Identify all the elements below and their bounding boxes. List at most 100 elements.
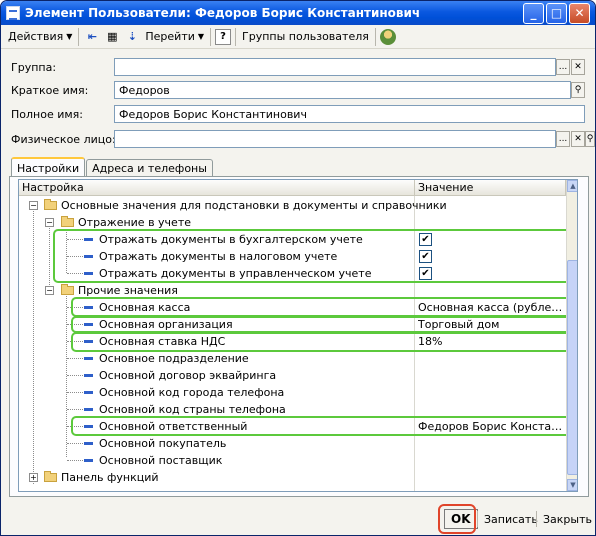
- tree-row-label: Основной код города телефона: [99, 386, 285, 399]
- tree-line: [67, 307, 83, 308]
- collapse-icon[interactable]: −: [45, 218, 54, 227]
- person-select-button[interactable]: ...: [556, 131, 570, 147]
- tree-line: [67, 443, 83, 444]
- close-window-button[interactable]: ✕: [569, 2, 590, 24]
- toolbar-separator: [374, 27, 376, 46]
- collapse-icon[interactable]: −: [29, 201, 38, 210]
- scroll-thumb[interactable]: [567, 260, 577, 475]
- tree-row[interactable]: Основная касса Основная касса (рублевая): [19, 299, 565, 316]
- column-header-setting[interactable]: Настройка: [19, 180, 415, 196]
- close-button[interactable]: Закрыть: [537, 509, 595, 529]
- help-icon[interactable]: ?: [215, 28, 232, 45]
- actions-menu-label: Действия: [8, 30, 64, 43]
- setting-leaf-icon: [84, 238, 93, 241]
- setting-leaf-icon: [84, 323, 93, 326]
- setting-value[interactable]: [418, 367, 564, 384]
- person-field[interactable]: [114, 130, 556, 148]
- user-groups-label: Группы пользователя: [242, 30, 369, 43]
- tree-row[interactable]: Основной поставщик: [19, 452, 565, 469]
- tree-row[interactable]: − Прочие значения: [19, 282, 565, 299]
- short-name-field[interactable]: Федоров: [114, 81, 571, 99]
- scroll-down-icon[interactable]: ▼: [567, 479, 577, 491]
- settings-grid: Настройка Значение − Основные значения д…: [18, 179, 578, 492]
- title-bar[interactable]: Элемент Пользователи: Федоров Борис Конс…: [1, 1, 595, 25]
- setting-value[interactable]: [418, 350, 564, 367]
- setting-value[interactable]: [418, 452, 564, 469]
- tree-row[interactable]: Основная ставка НДС 18%: [19, 333, 565, 350]
- tree-line: [67, 239, 83, 240]
- toolbar-separator: [78, 27, 80, 46]
- arrow-down-icon[interactable]: ⇣: [123, 28, 141, 46]
- tree-line: [67, 392, 83, 393]
- arrow-left-icon[interactable]: ⇤: [83, 28, 101, 46]
- tree-row-label: Основное подразделение: [99, 352, 249, 365]
- tree-row[interactable]: Основной покупатель: [19, 435, 565, 452]
- tree-row[interactable]: Основная организация Торговый дом: [19, 316, 565, 333]
- setting-leaf-icon: [84, 425, 93, 428]
- setting-value[interactable]: Основная касса (рублевая): [418, 299, 564, 316]
- setting-value[interactable]: 18%: [418, 333, 564, 350]
- person-search-icon[interactable]: ⚲: [585, 131, 595, 147]
- tree-row[interactable]: + Панель функций: [19, 469, 565, 486]
- collapse-icon[interactable]: −: [45, 286, 54, 295]
- grid-header: Настройка Значение: [19, 180, 577, 196]
- tree-row-label: Основной ответственный: [99, 420, 248, 433]
- chevron-down-icon: ▼: [66, 32, 73, 41]
- short-name-search-icon[interactable]: ⚲: [571, 82, 585, 98]
- tree-row[interactable]: Основной договор эквайринга: [19, 367, 565, 384]
- actions-menu-button[interactable]: Действия ▼: [5, 27, 75, 47]
- setting-checkbox[interactable]: ✔: [419, 233, 432, 246]
- tree-row-label: Основная касса: [99, 301, 191, 314]
- goto-menu-button[interactable]: Перейти ▼: [142, 27, 207, 47]
- save-button[interactable]: Записать: [478, 509, 544, 529]
- tree-row[interactable]: − Отражение в учете: [19, 214, 565, 231]
- setting-checkbox[interactable]: ✔: [419, 267, 432, 280]
- full-name-field[interactable]: Федоров Борис Константинович: [114, 105, 585, 123]
- scroll-up-icon[interactable]: ▲: [567, 180, 577, 192]
- tree-row[interactable]: Отражать документы в налоговом учете ✔: [19, 248, 565, 265]
- setting-value[interactable]: [418, 435, 564, 452]
- setting-checkbox[interactable]: ✔: [419, 250, 432, 263]
- setting-value[interactable]: Торговый дом: [418, 316, 564, 333]
- tree-line: [67, 426, 83, 427]
- setting-value[interactable]: [418, 384, 564, 401]
- maximize-button[interactable]: □: [546, 2, 567, 24]
- folder-icon: [44, 471, 57, 482]
- setting-leaf-icon: [84, 442, 93, 445]
- group-select-button[interactable]: ...: [556, 59, 570, 75]
- tree-row[interactable]: − Основные значения для подстановки в до…: [19, 197, 565, 214]
- user-icon[interactable]: [379, 28, 396, 45]
- group-clear-button[interactable]: ✕: [571, 59, 585, 75]
- tree-row[interactable]: Основной код города телефона: [19, 384, 565, 401]
- column-header-value[interactable]: Значение: [415, 180, 566, 196]
- tree-row-label: Отражать документы в управленческом учет…: [99, 267, 372, 280]
- setting-leaf-icon: [84, 408, 93, 411]
- window-app-icon: [6, 6, 20, 20]
- table-icon[interactable]: ▦: [103, 28, 121, 46]
- tree-row[interactable]: Отражать документы в бухгалтерском учете…: [19, 231, 565, 248]
- tree-row-label: Отражать документы в налоговом учете: [99, 250, 338, 263]
- tree-row[interactable]: Основное подразделение: [19, 350, 565, 367]
- tree-row[interactable]: Отражать документы в управленческом учет…: [19, 265, 565, 282]
- tab-settings[interactable]: Настройки: [11, 157, 86, 177]
- person-clear-button[interactable]: ✕: [571, 131, 585, 147]
- tree-row[interactable]: Основной код страны телефона: [19, 401, 565, 418]
- grid-vertical-scrollbar[interactable]: ▲ ▼: [566, 180, 577, 491]
- minimize-button[interactable]: _: [523, 2, 544, 24]
- setting-leaf-icon: [84, 255, 93, 258]
- short-name-label: Краткое имя:: [11, 83, 89, 97]
- tree-row[interactable]: Основной ответственный Федоров Борис Кон…: [19, 418, 565, 435]
- tree-line: [67, 358, 83, 359]
- full-name-row: Полное имя:: [11, 105, 114, 123]
- tree-row-label: Основной поставщик: [99, 454, 223, 467]
- tree-row-label: Основной покупатель: [99, 437, 227, 450]
- tab-addresses-phones[interactable]: Адреса и телефоны: [86, 159, 213, 177]
- window-title: Элемент Пользователи: Федоров Борис Конс…: [25, 6, 421, 20]
- expand-icon[interactable]: +: [29, 473, 38, 482]
- setting-value[interactable]: Федоров Борис Константи...: [418, 418, 564, 435]
- group-field[interactable]: [114, 58, 556, 76]
- setting-value[interactable]: [418, 401, 564, 418]
- tree-row-label: Основная ставка НДС: [99, 335, 226, 348]
- user-groups-button[interactable]: Группы пользователя: [239, 27, 372, 47]
- folder-icon: [61, 216, 74, 227]
